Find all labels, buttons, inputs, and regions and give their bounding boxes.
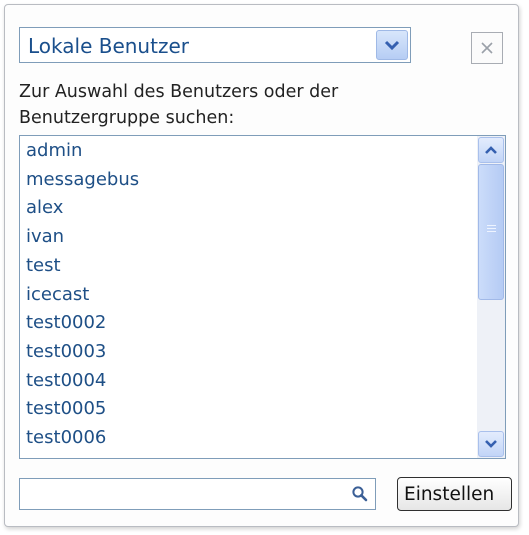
list-scrollbar[interactable] bbox=[477, 136, 505, 458]
scroll-up-button[interactable] bbox=[478, 137, 504, 163]
user-source-select[interactable]: Lokale Benutzer bbox=[19, 27, 411, 63]
list-item[interactable]: ivan bbox=[26, 226, 64, 247]
user-source-value: Lokale Benutzer bbox=[28, 34, 189, 58]
chevron-down-icon[interactable] bbox=[376, 30, 408, 60]
user-list[interactable]: admin messagebus alex ivan test icecast test00… bbox=[19, 135, 506, 459]
list-item[interactable]: test bbox=[26, 255, 61, 276]
list-item[interactable]: test0005 bbox=[26, 398, 106, 419]
list-item[interactable]: test0006 bbox=[26, 427, 106, 448]
list-item[interactable]: icecast bbox=[26, 284, 89, 305]
apply-button[interactable]: Einstellen bbox=[397, 477, 512, 511]
list-item[interactable]: test0003 bbox=[26, 341, 106, 362]
list-item[interactable]: admin bbox=[26, 140, 82, 161]
chevron-down-icon bbox=[484, 439, 498, 449]
list-item[interactable]: test0004 bbox=[26, 370, 106, 391]
grip-icon bbox=[487, 225, 496, 234]
scroll-down-button[interactable] bbox=[478, 431, 504, 457]
user-picker-dialog: Lokale Benutzer Zur Auswahl des Benutzer… bbox=[4, 4, 519, 527]
list-item[interactable]: test0002 bbox=[26, 312, 106, 333]
list-item[interactable]: alex bbox=[26, 197, 63, 218]
list-item[interactable]: messagebus bbox=[26, 169, 139, 190]
chevron-up-icon bbox=[484, 145, 498, 155]
scroll-thumb[interactable] bbox=[478, 164, 504, 300]
close-icon bbox=[479, 40, 495, 56]
close-button[interactable] bbox=[471, 32, 503, 64]
search-input[interactable] bbox=[19, 478, 376, 510]
search-hint-text: Zur Auswahl des Benutzers oder der Benut… bbox=[19, 82, 339, 128]
search-icon[interactable] bbox=[351, 485, 369, 507]
